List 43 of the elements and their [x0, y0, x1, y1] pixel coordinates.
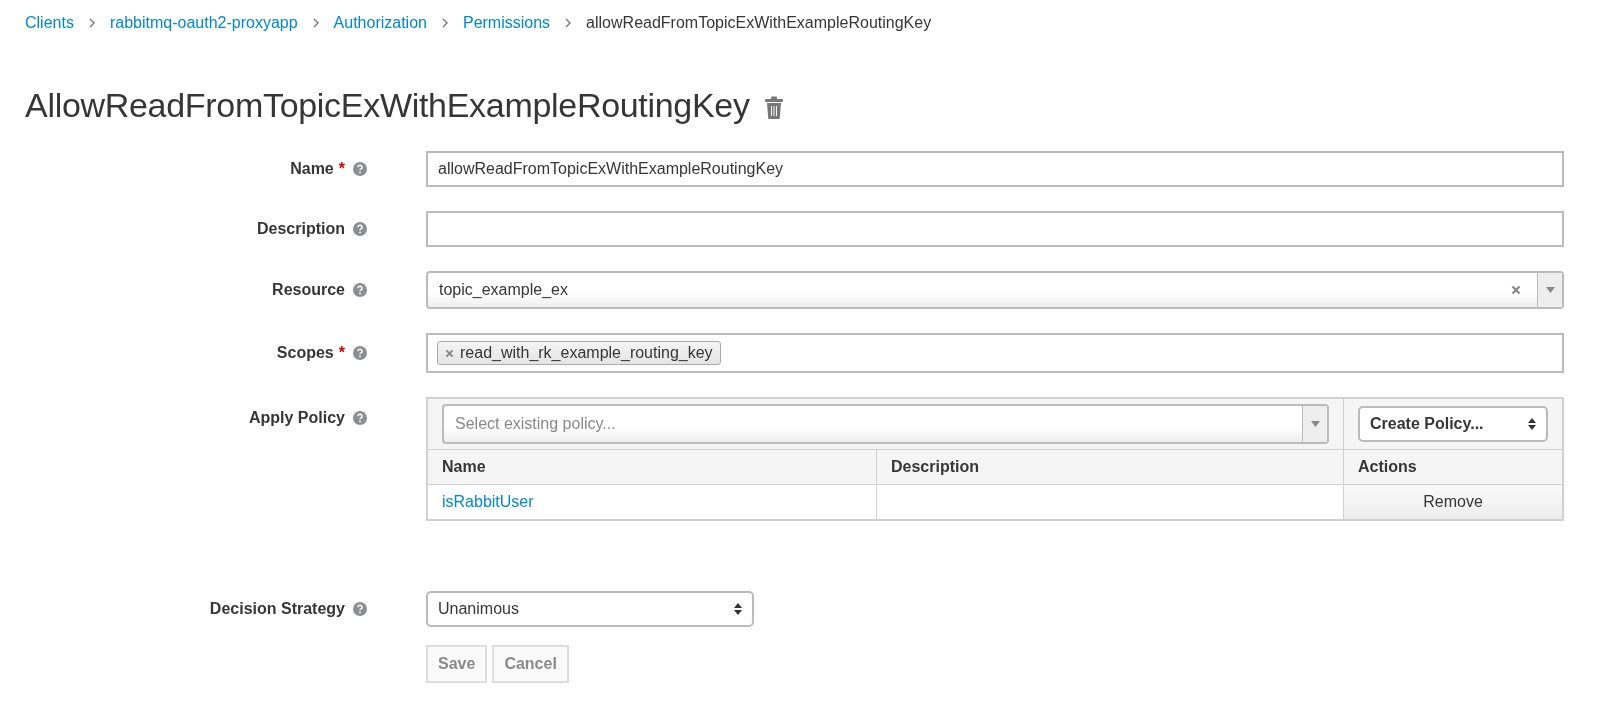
remove-button[interactable]: Remove [1343, 484, 1563, 520]
updown-arrows-icon [734, 603, 742, 615]
text-input[interactable] [426, 211, 1564, 247]
required-mark: * [338, 344, 345, 362]
chevron-icon [564, 18, 573, 28]
field-label: Name [290, 160, 334, 178]
dropdown-arrow-icon[interactable] [1545, 287, 1555, 293]
field-label: Apply Policy [248, 409, 345, 427]
updown-arrows-icon [1528, 418, 1536, 430]
create-policy-select[interactable]: Create Policy... [1358, 406, 1548, 442]
help-icon[interactable] [353, 411, 367, 425]
breadcrumb-link[interactable]: Permissions [462, 14, 551, 32]
field-label: Decision Strategy [209, 600, 345, 618]
breadcrumb-link[interactable]: Clients [25, 14, 74, 32]
help-icon[interactable] [353, 283, 367, 297]
scopes-input[interactable]: read_with_rk_example_routing_key [426, 333, 1564, 373]
dropdown-arrow-icon[interactable] [1310, 421, 1320, 427]
required-mark: * [338, 160, 345, 178]
chevron-icon [440, 18, 449, 28]
field-label: Resource [272, 281, 345, 299]
column-header: Name [427, 449, 877, 485]
breadcrumb-link[interactable]: rabbitmq-oauth2-proxyapp [109, 14, 298, 32]
decision-strategy-select[interactable]: Unanimous [426, 591, 754, 627]
field-label: Description [257, 220, 345, 238]
trash-icon[interactable] [763, 95, 784, 120]
remove-icon[interactable] [445, 348, 454, 358]
chevron-icon [87, 18, 96, 28]
policy-link[interactable]: isRabbitUser [442, 493, 534, 510]
help-icon[interactable] [353, 602, 367, 616]
chevron-icon [311, 18, 320, 28]
help-icon[interactable] [353, 346, 367, 360]
page-title: AllowReadFromTopicExWithExampleRoutingKey [25, 86, 750, 125]
column-header: Description [876, 449, 1344, 485]
breadcrumb-link[interactable]: Authorization [333, 14, 427, 32]
field-label: Scopes [276, 344, 334, 362]
help-icon[interactable] [353, 162, 367, 176]
policy-select[interactable]: Select existing policy... [442, 404, 1329, 444]
text-input[interactable]: allowReadFromTopicExWithExampleRoutingKey [426, 151, 1564, 187]
help-icon[interactable] [353, 222, 367, 236]
tag-text: read_with_rk_example_routing_key [460, 344, 713, 362]
resource-select[interactable]: topic_example_ex [426, 271, 1564, 309]
column-header: Actions [1343, 449, 1563, 485]
breadcrumb-current: allowReadFromTopicExWithExampleRoutingKey [586, 14, 932, 32]
